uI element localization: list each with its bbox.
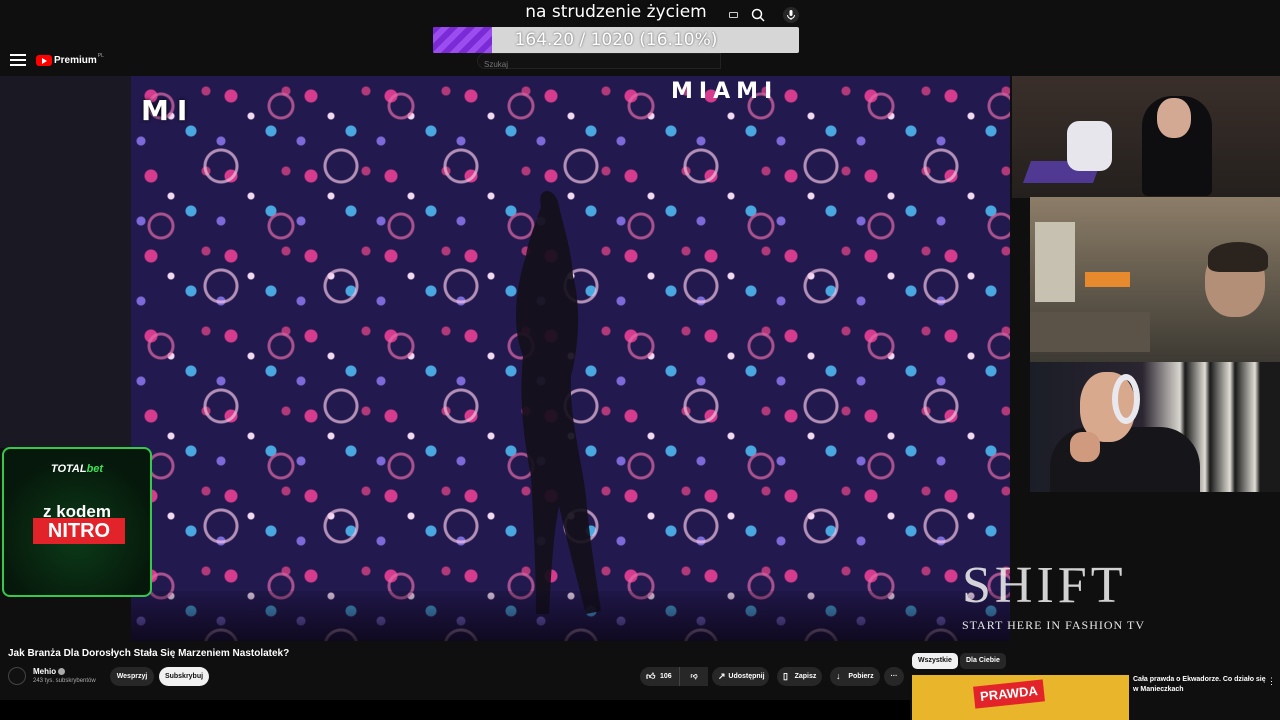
save-button[interactable]: ▯ Zapisz (777, 667, 822, 686)
download-button[interactable]: ↓ Pobierz (830, 667, 880, 686)
thumbnail-stamp: PRAWDA (973, 679, 1045, 709)
dancer-silhouette (515, 191, 601, 614)
left-background-pane (0, 76, 131, 448)
bookmark-icon: ▯ (783, 671, 788, 681)
thumbs-up-icon: 👍︎ (646, 671, 656, 681)
youtube-premium-logo[interactable]: Premium PL (36, 52, 104, 66)
youtube-play-icon (36, 55, 52, 66)
logo-country-code: PL (97, 52, 104, 59)
video-onscreen-text-left: MI (141, 94, 196, 127)
video-player[interactable]: MI MIAMI (131, 76, 1010, 641)
share-icon: ↗ (718, 671, 726, 681)
video-onscreen-text-right: MIAMI (671, 79, 779, 104)
dislike-button[interactable]: 👎︎ (679, 667, 708, 686)
ad-brand-total: TOTAL (50, 463, 87, 475)
search-input[interactable] (478, 57, 678, 72)
more-actions-button[interactable]: ··· (884, 667, 904, 686)
stream-screen: Premium PL MI MIAMI SHIFT START HERE IN … (0, 0, 1280, 720)
recommended-more-icon[interactable]: ⋮ (1267, 676, 1276, 687)
share-button[interactable]: ↗ Udostępnij (712, 667, 769, 686)
streamer-3-headphones (1112, 374, 1140, 424)
room-fireplace (1085, 272, 1130, 287)
save-label: Zapisz (794, 673, 817, 680)
video-title: Jak Branża Dla Dorosłych Stała Się Marze… (8, 648, 290, 659)
shift-watermark-tagline: START HERE IN FASHION TV (962, 618, 1145, 632)
more-icon: ··· (890, 673, 898, 680)
donation-goal-text: 164.20 / 1020 (16.10%) (514, 30, 718, 50)
subscriber-count: 243 tys. subskrybentów (33, 678, 96, 684)
room-window (1035, 222, 1075, 302)
channel-name[interactable]: Mehio (33, 667, 56, 676)
recommended-video-title[interactable]: Cała prawda o Ekwadorze. Co działo się w… (1133, 675, 1269, 695)
streamer-2-hair (1208, 242, 1268, 272)
verified-icon (58, 668, 65, 675)
ad-brand-logo: TOTALbet (4, 463, 150, 475)
streamer-3-hand (1070, 432, 1100, 462)
stage-floor (131, 591, 1010, 641)
webcam-streamer-1 (1012, 76, 1280, 198)
bottom-black-bar (0, 700, 910, 720)
donation-goal-bar: 164.20 / 1020 (16.10%) (433, 27, 799, 53)
support-button[interactable]: Wesprzyj (110, 667, 154, 686)
channel-avatar[interactable] (8, 667, 26, 685)
search-box (477, 53, 721, 72)
webcam-streamer-3 (1030, 362, 1280, 492)
menu-icon[interactable] (10, 54, 26, 68)
download-icon: ↓ (836, 671, 841, 681)
streamer-1-head (1157, 98, 1191, 138)
streamer-1-towel (1067, 121, 1112, 171)
logo-brand-text: Premium (54, 55, 97, 66)
ad-promo-code: NITRO (33, 518, 125, 544)
chip-all[interactable]: Wszystkie (912, 653, 958, 669)
like-count: 106 (660, 673, 672, 680)
download-label: Pobierz (848, 673, 874, 680)
thumbs-down-icon: 👎︎ (690, 673, 698, 680)
subscribe-button[interactable]: Subskrybuj (159, 667, 209, 686)
ad-brand-bet: bet (86, 463, 104, 475)
donation-goal-title: na strudzenie życiem (525, 2, 707, 22)
webcam-streamer-2 (1030, 197, 1280, 362)
chip-for-you[interactable]: Dla Ciebie (960, 653, 1006, 669)
totalbet-ad[interactable]: TOTALbet z kodem NITRO (2, 447, 152, 597)
room-sofa (1030, 312, 1150, 352)
share-label: Udostępnij (728, 673, 765, 680)
shift-watermark-logo: SHIFT (962, 557, 1127, 614)
recommended-video-thumbnail[interactable]: PRAWDA (912, 675, 1129, 720)
